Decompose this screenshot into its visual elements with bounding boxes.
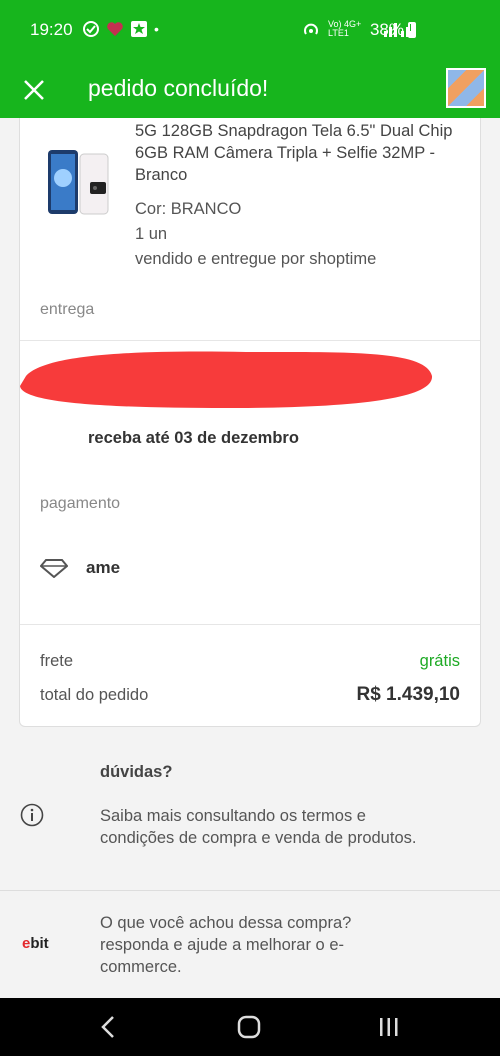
freight-label: frete — [40, 652, 74, 670]
divider — [20, 624, 480, 625]
payment-method: ame — [86, 558, 121, 577]
battery-level: 38% — [369, 20, 404, 39]
recents-icon[interactable] — [374, 1012, 404, 1042]
home-icon[interactable] — [234, 1012, 264, 1042]
help-title: dúvidas? — [100, 763, 173, 781]
divider — [20, 340, 480, 341]
order-card: 5G 128GB Snapdragon Tela 6.5" Dual Chip … — [19, 118, 481, 727]
diamond-icon — [40, 559, 68, 578]
info-icon — [20, 803, 44, 827]
close-icon — [24, 80, 44, 100]
back-icon[interactable] — [94, 1012, 124, 1042]
status-time: 19:20 — [30, 20, 73, 39]
system-nav-bar — [0, 998, 500, 1056]
freight-value: grátis — [419, 652, 460, 670]
close-button[interactable] — [18, 74, 50, 106]
battery-icon — [408, 22, 416, 38]
feedback-link[interactable]: O que você achou dessa compra? responda … — [100, 912, 420, 978]
ebit-logo: ebit — [22, 935, 49, 952]
app-header: pedido concluído! — [0, 62, 500, 118]
total-label: total do pedido — [40, 686, 149, 704]
notification-icons: • — [82, 20, 159, 38]
dot-icon: • — [154, 21, 159, 37]
delivery-label: entrega — [40, 301, 95, 318]
product-quantity: 1 un — [135, 225, 168, 243]
total-value: R$ 1.439,10 — [356, 684, 460, 705]
product-name: 5G 128GB Snapdragon Tela 6.5" Dual Chip … — [135, 122, 453, 184]
product-seller: vendido e entregue por shoptime — [135, 250, 377, 268]
heart-icon — [107, 22, 123, 36]
product-image[interactable] — [46, 148, 122, 218]
network-label: Vo) 4G+ LTE1 — [328, 19, 362, 38]
divider — [0, 890, 500, 891]
page-title: pedido concluído! — [88, 75, 269, 101]
product-color: Cor: BRANCO — [135, 200, 242, 218]
payment-label: pagamento — [40, 495, 121, 512]
redacted-address — [20, 351, 433, 408]
check-shield-icon — [83, 21, 99, 37]
status-bar: 19:20 • Vo) 4G+ LTE1 38% — [0, 0, 500, 62]
hotspot-icon — [304, 23, 318, 35]
star-app-icon — [131, 21, 147, 37]
help-terms-link[interactable]: Saiba mais consultando os termos e condi… — [100, 805, 420, 849]
avatar[interactable] — [446, 68, 486, 108]
delivery-estimate: receba até 03 de dezembro — [88, 429, 299, 447]
